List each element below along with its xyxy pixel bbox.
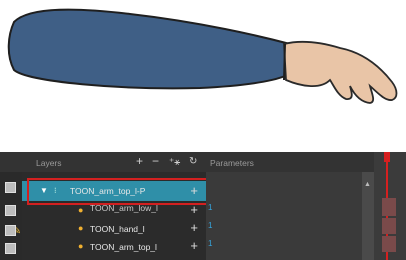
layer-toggle-column: ✎ [0, 172, 22, 260]
hand-shape [283, 41, 398, 104]
layer-name: TOON_hand_l [90, 224, 145, 234]
arm-illustration [7, 8, 398, 104]
param-value: 1 [208, 221, 213, 230]
sleeve-cuff [283, 43, 286, 81]
layer-name: TOON_arm_top_l [90, 242, 157, 252]
scroll-up-arrow-icon[interactable]: ▲ [364, 181, 371, 188]
drawing-layer-icon: ● [78, 205, 84, 215]
drawing-layer-icon: ● [78, 241, 84, 251]
add-peg-icon[interactable]: ⁺⚹ [169, 157, 180, 169]
panel-header: Layers + − ⁺⚹ ↻ Parameters [0, 152, 406, 172]
param-value: 1 [208, 203, 213, 212]
timeline-cell[interactable] [382, 218, 396, 234]
sleeve-shape [7, 8, 292, 90]
layer-visibility-checkbox[interactable] [5, 182, 16, 193]
layer-visibility-checkbox[interactable] [5, 225, 16, 236]
timeline-area[interactable] [374, 152, 406, 260]
selection-highlight-box [27, 178, 208, 205]
add-keyframe-button[interactable]: + [190, 220, 198, 236]
add-keyframe-button[interactable]: + [190, 238, 198, 254]
layer-visibility-checkbox[interactable] [5, 205, 16, 216]
vertical-scrollbar[interactable]: ▲ [362, 172, 374, 260]
timeline-cell[interactable] [382, 236, 396, 252]
drawing-layer-icon: ● [78, 223, 84, 233]
playhead-marker[interactable] [384, 152, 390, 162]
layer-row[interactable]: ● TOON_hand_l + [22, 220, 206, 238]
parameters-column: 1 1 1 [206, 172, 362, 260]
layer-visibility-checkbox[interactable] [5, 243, 16, 254]
layers-header-label: Layers [36, 158, 62, 168]
effect-icon[interactable]: ↻ [189, 156, 197, 168]
layer-row[interactable]: ● TOON_arm_top_l + [22, 238, 206, 256]
layers-panel: Layers + − ⁺⚹ ↻ Parameters ✎ ▼ ⁝ TOON_ar… [0, 152, 406, 260]
timeline-cell[interactable] [382, 198, 396, 216]
parameters-header-label: Parameters [210, 158, 254, 168]
add-layer-button[interactable]: + [136, 155, 143, 167]
param-value: 1 [208, 239, 213, 248]
remove-layer-button[interactable]: − [152, 155, 159, 167]
